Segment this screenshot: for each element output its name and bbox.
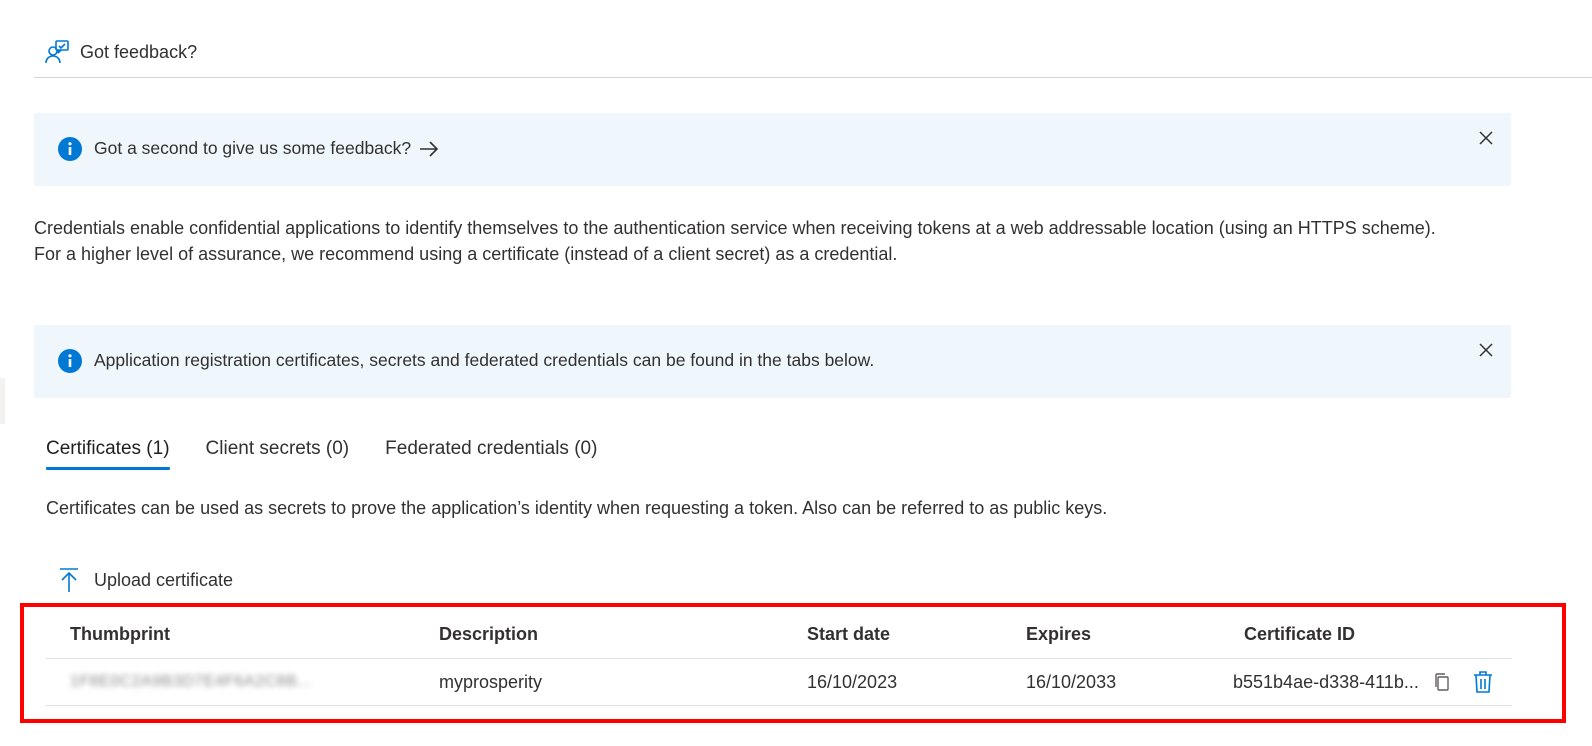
thumbprint-cell: 1F8E0C2A9B3D7E4F6A2C8B... bbox=[70, 659, 312, 705]
info-banner: Application registration certificates, s… bbox=[34, 325, 1511, 398]
tab-client-secrets[interactable]: Client secrets (0) bbox=[206, 438, 350, 470]
thumbprint-masked: 1F8E0C2A9B3D7E4F6A2C8B... bbox=[70, 673, 312, 691]
column-header-thumbprint[interactable]: Thumbprint bbox=[70, 610, 170, 658]
got-feedback-button[interactable]: Got feedback? bbox=[44, 38, 197, 66]
tab-federated-credentials[interactable]: Federated credentials (0) bbox=[385, 438, 597, 470]
expires-cell: 16/10/2033 bbox=[1026, 671, 1117, 692]
tab-certificates[interactable]: Certificates (1) bbox=[46, 438, 170, 470]
upload-certificate-label: Upload certificate bbox=[94, 569, 234, 590]
certificates-table: Thumbprint Description Start date Expire… bbox=[46, 610, 1512, 706]
column-header-expires[interactable]: Expires bbox=[1026, 610, 1091, 658]
feedback-banner-message: Got a second to give us some feedback? bbox=[94, 138, 412, 158]
got-feedback-label: Got feedback? bbox=[80, 41, 198, 62]
info-icon bbox=[58, 349, 82, 373]
feedback-banner-link[interactable]: Got a second to give us some feedback? bbox=[94, 138, 439, 159]
credentials-intro-text: Credentials enable confidential applicat… bbox=[34, 218, 1436, 264]
thumbprint-value: 1F8E0C2A9B3D7E4F6A2C8B... bbox=[70, 673, 312, 690]
column-header-description[interactable]: Description bbox=[439, 610, 538, 658]
copy-icon[interactable] bbox=[1433, 672, 1451, 692]
certificate-id-value: b551b4ae-d338-411b... bbox=[1233, 671, 1419, 692]
credential-tabs: Certificates (1) Client secrets (0) Fede… bbox=[46, 438, 597, 470]
upload-certificate-button[interactable]: Upload certificate bbox=[58, 566, 233, 594]
start-date-cell: 16/10/2023 bbox=[807, 671, 898, 692]
info-icon bbox=[58, 137, 82, 161]
close-info-banner-icon[interactable] bbox=[1477, 341, 1495, 359]
delete-trash-icon[interactable] bbox=[1473, 670, 1493, 694]
info-banner-message: Application registration certificates, s… bbox=[94, 350, 875, 370]
table-header: Thumbprint Description Start date Expire… bbox=[46, 610, 1512, 659]
left-panel-edge bbox=[0, 378, 5, 424]
upload-icon bbox=[58, 567, 80, 593]
feedback-banner: Got a second to give us some feedback? bbox=[34, 113, 1511, 186]
column-header-start-date[interactable]: Start date bbox=[807, 610, 890, 658]
feedback-person-icon bbox=[44, 39, 70, 65]
table-row[interactable]: 1F8E0C2A9B3D7E4F6A2C8B... myprosperity 1… bbox=[46, 659, 1512, 706]
command-bar: Got feedback? bbox=[34, 30, 1592, 78]
close-feedback-banner-icon[interactable] bbox=[1477, 129, 1495, 147]
certificates-description: Certificates can be used as secrets to p… bbox=[46, 498, 1108, 518]
description-cell: myprosperity bbox=[439, 671, 543, 692]
certificate-id-cell: b551b4ae-d338-411b... bbox=[1233, 659, 1493, 705]
column-header-certificate-id[interactable]: Certificate ID bbox=[1244, 610, 1355, 658]
certificate-id-wrap: b551b4ae-d338-411b... bbox=[1233, 670, 1493, 694]
arrow-right-icon bbox=[419, 140, 439, 157]
